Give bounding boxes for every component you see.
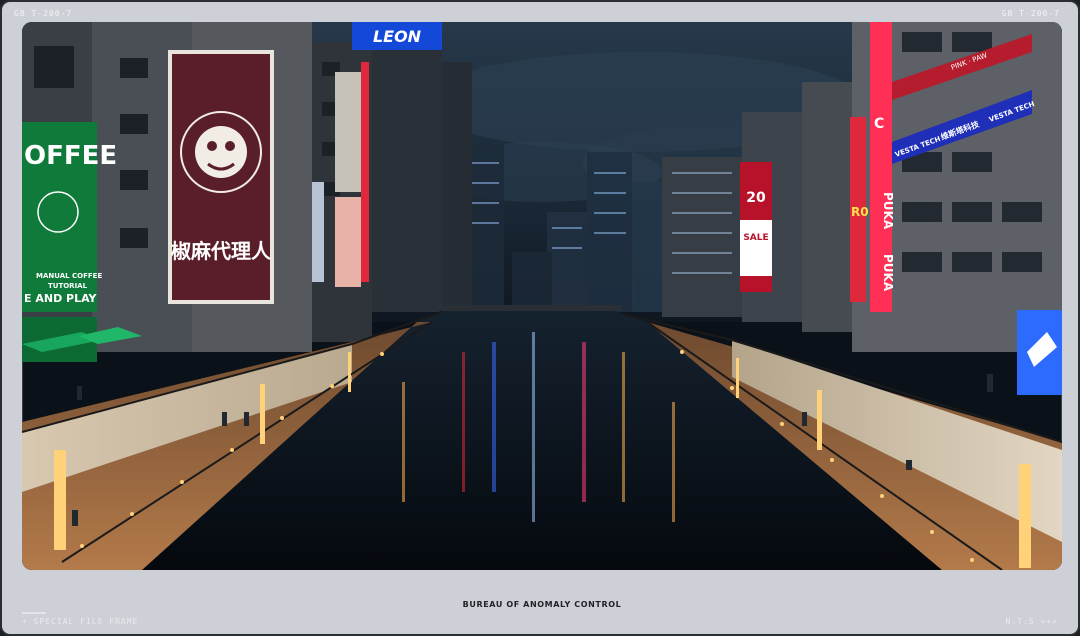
coffee-sign-title: OFFEE [24, 141, 117, 171]
frame-label-top-left: GB T-200-7 [14, 9, 73, 18]
right-blue-billboard [1017, 310, 1062, 395]
coffee-sign-line1: MANUAL COFFEE [36, 272, 102, 280]
frame-label-top-right: GB T-200-7 [1001, 9, 1060, 18]
coffee-sign-line2: TUTORIAL [48, 282, 88, 290]
leon-sign-text: LEON [373, 27, 422, 46]
distant-bridge [442, 305, 622, 311]
code-sign: R0 [851, 205, 869, 219]
sale-sign-number: 20 [746, 190, 766, 206]
code-sign-c: C [874, 116, 884, 132]
frame-caption: BUREAU OF ANOMALY CONTROL [462, 600, 622, 609]
lion-billboard: 椒麻代理人 [168, 50, 274, 304]
sale-sign-label: SALE [743, 233, 768, 243]
game-viewport[interactable]: OFFEE MANUAL COFFEE TUTORIAL E AND PLAY [22, 22, 1062, 570]
frame-label-bottom-right: N.T.S +++ [1005, 617, 1058, 626]
file-frame: GB T-200-7 GB T-200-7 OFFEE MANUAL COFFE… [0, 0, 1080, 636]
leon-sign: LEON [352, 22, 442, 50]
frame-label-bottom-left: + SPECIAL FILE FRAME [22, 617, 139, 626]
city-canal-scene: OFFEE MANUAL COFFEE TUTORIAL E AND PLAY [22, 22, 1062, 570]
puka-sign-upper: PUKA [881, 192, 895, 230]
puka-sign-lower: PUKA [881, 254, 895, 292]
frame-mark-line [22, 612, 46, 614]
sale-sign: 20 SALE [740, 162, 772, 292]
lion-billboard-text: 椒麻代理人 [171, 239, 272, 263]
coffee-sign-line3: E AND PLAY [24, 292, 98, 305]
